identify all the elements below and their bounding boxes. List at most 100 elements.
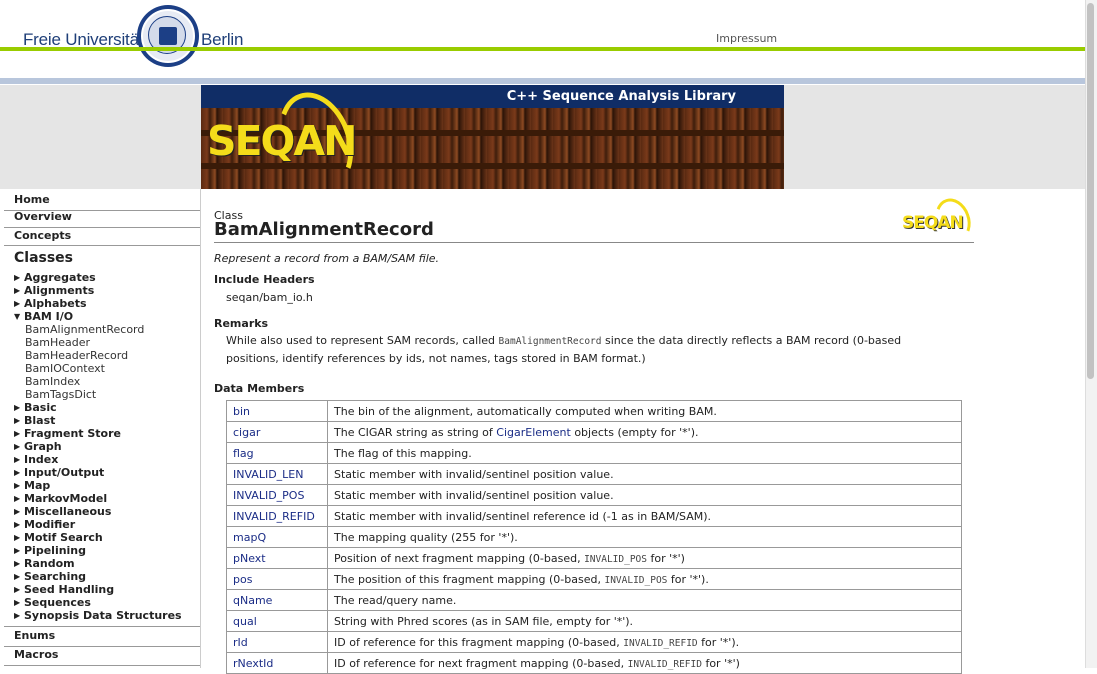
sidebar-category-item[interactable]: ▶ Map: [14, 479, 50, 492]
sidebar-category-item[interactable]: ▶ MarkovModel: [14, 492, 107, 505]
sidebar-category-item[interactable]: ▶ Miscellaneous: [14, 505, 111, 518]
sidebar-category-item[interactable]: ▶ Graph: [14, 440, 62, 453]
sidebar-category-item[interactable]: ▶ Input/Output: [14, 466, 104, 479]
member-name-link[interactable]: pos: [226, 568, 328, 590]
member-name-link[interactable]: INVALID_LEN: [226, 463, 328, 485]
sidebar-category-item[interactable]: ▶ Blast: [14, 414, 55, 427]
sidebar-category-item[interactable]: ▶ Modifier: [14, 518, 75, 531]
sidebar-class-link[interactable]: BamAlignmentRecord: [25, 323, 144, 336]
sidebar-item-concepts[interactable]: Concepts: [4, 227, 200, 246]
triangle-down-icon: ▼: [14, 312, 21, 321]
sidebar-nav: Home Overview Concepts Classes ▶ Aggregat…: [4, 189, 201, 668]
member-description: The CIGAR string as string of CigarEleme…: [327, 421, 962, 443]
sidebar-item-home[interactable]: Home: [4, 189, 200, 211]
sidebar-class-link[interactable]: BamTagsDict: [25, 388, 96, 401]
header-divider: [0, 78, 1085, 84]
triangle-right-icon: ▶: [14, 546, 21, 555]
table-row: rId ID of reference for this fragment map…: [226, 631, 962, 653]
sidebar-category-item[interactable]: ▶ Index: [14, 453, 58, 466]
sidebar-class-link[interactable]: BamIndex: [25, 375, 80, 388]
data-members-heading: Data Members: [214, 382, 305, 395]
triangle-right-icon: ▶: [14, 572, 21, 581]
class-brief: Represent a record from a BAM/SAM file.: [214, 252, 440, 265]
type-link[interactable]: CigarElement: [496, 426, 571, 439]
triangle-right-icon: ▶: [14, 286, 21, 295]
scrollbar-thumb[interactable]: [1087, 3, 1094, 379]
triangle-right-icon: ▶: [14, 494, 21, 503]
member-name-link[interactable]: flag: [226, 442, 328, 464]
data-members-table: bin The bin of the alignment, automatical…: [226, 400, 962, 674]
page-title: BamAlignmentRecord: [214, 219, 434, 240]
member-description: The position of this fragment mapping (0…: [327, 568, 962, 590]
sidebar-category-item[interactable]: ▼ BAM I/O: [14, 310, 73, 323]
sidebar-category-item[interactable]: ▶ Random: [14, 557, 75, 570]
sidebar-category-item[interactable]: ▶ Motif Search: [14, 531, 103, 544]
member-description: Static member with invalid/sentinel posi…: [327, 463, 962, 485]
title-divider: [214, 242, 974, 243]
member-description: ID of reference for next fragment mappin…: [327, 652, 962, 674]
member-description: The mapping quality (255 for '*').: [327, 526, 962, 548]
sidebar-class-link[interactable]: BamHeader: [25, 336, 90, 349]
sidebar-class-link[interactable]: BamIOContext: [25, 362, 105, 375]
sidebar-class-link[interactable]: BamHeaderRecord: [25, 349, 128, 362]
triangle-right-icon: ▶: [14, 507, 21, 516]
member-name-link[interactable]: INVALID_POS: [226, 484, 328, 506]
member-description: Position of next fragment mapping (0-bas…: [327, 547, 962, 569]
member-description: ID of reference for this fragment mappin…: [327, 631, 962, 653]
sidebar-category-item[interactable]: ▶ Alignments: [14, 284, 94, 297]
triangle-right-icon: ▶: [14, 585, 21, 594]
table-row: bin The bin of the alignment, automatical…: [226, 400, 962, 422]
sidebar-item-overview[interactable]: Overview: [4, 210, 200, 228]
triangle-right-icon: ▶: [14, 429, 21, 438]
member-name-link[interactable]: qName: [226, 589, 328, 611]
main-content: Class BamAlignmentRecord SEQAN Represent…: [214, 189, 977, 674]
sidebar-category-item[interactable]: ▶ Sequences: [14, 596, 91, 609]
sidebar-category-item[interactable]: ▶ Seed Handling: [14, 583, 114, 596]
triangle-right-icon: ▶: [14, 416, 21, 425]
banner-title: C++ Sequence Analysis Library: [506, 89, 736, 104]
table-row: cigar The CIGAR string as string of Cigar…: [226, 421, 962, 443]
member-name-link[interactable]: bin: [226, 400, 328, 422]
triangle-right-icon: ▶: [14, 611, 21, 620]
triangle-right-icon: ▶: [14, 299, 21, 308]
include-headers-heading: Include Headers: [214, 273, 315, 286]
sidebar-category-item[interactable]: ▶ Alphabets: [14, 297, 87, 310]
site-header: Freie Universität Berlin Impressum: [0, 0, 1085, 85]
sidebar-category-item[interactable]: ▶ Pipelining: [14, 544, 86, 557]
university-seal-icon[interactable]: [137, 5, 199, 67]
sidebar-category-item[interactable]: ▶ Aggregates: [14, 271, 96, 284]
sidebar-item-macros[interactable]: Macros: [4, 646, 200, 666]
triangle-right-icon: ▶: [14, 455, 21, 464]
member-name-link[interactable]: qual: [226, 610, 328, 632]
include-header-value: seqan/bam_io.h: [226, 291, 313, 304]
member-name-link[interactable]: rId: [226, 631, 328, 653]
member-name-link[interactable]: mapQ: [226, 526, 328, 548]
remarks-heading: Remarks: [214, 317, 269, 330]
sidebar-category-item[interactable]: ▶ Basic: [14, 401, 57, 414]
member-name-link[interactable]: rNextId: [226, 652, 328, 674]
table-row: INVALID_POS Static member with invalid/se…: [226, 484, 962, 506]
seqan-banner: C++ Sequence Analysis Library SEQAN: [201, 85, 784, 189]
table-row: pos The position of this fragment mapping…: [226, 568, 962, 590]
member-description: The read/query name.: [327, 589, 962, 611]
table-row: flag The flag of this mapping.: [226, 442, 962, 464]
member-description: String with Phred scores (as in SAM file…: [327, 610, 962, 632]
table-row: rNextId ID of reference for next fragment…: [226, 652, 962, 674]
sidebar-category-item[interactable]: ▶ Synopsis Data Structures: [14, 609, 182, 622]
member-name-link[interactable]: pNext: [226, 547, 328, 569]
impressum-link[interactable]: Impressum: [716, 32, 777, 45]
table-row: INVALID_LEN Static member with invalid/se…: [226, 463, 962, 485]
sidebar-category-item[interactable]: ▶ Searching: [14, 570, 86, 583]
seqan-logo: SEQAN: [207, 117, 357, 165]
table-row: qual String with Phred scores (as in SAM …: [226, 610, 962, 632]
triangle-right-icon: ▶: [14, 468, 21, 477]
member-name-link[interactable]: cigar: [226, 421, 328, 443]
triangle-right-icon: ▶: [14, 559, 21, 568]
sidebar-category-item[interactable]: ▶ Fragment Store: [14, 427, 121, 440]
triangle-right-icon: ▶: [14, 481, 21, 490]
table-row: qName The read/query name.: [226, 589, 962, 611]
member-name-link[interactable]: INVALID_REFID: [226, 505, 328, 527]
member-description: The bin of the alignment, automatically …: [327, 400, 962, 422]
sidebar-classes-heading[interactable]: Classes: [14, 250, 73, 266]
sidebar-item-enums[interactable]: Enums: [4, 626, 200, 647]
